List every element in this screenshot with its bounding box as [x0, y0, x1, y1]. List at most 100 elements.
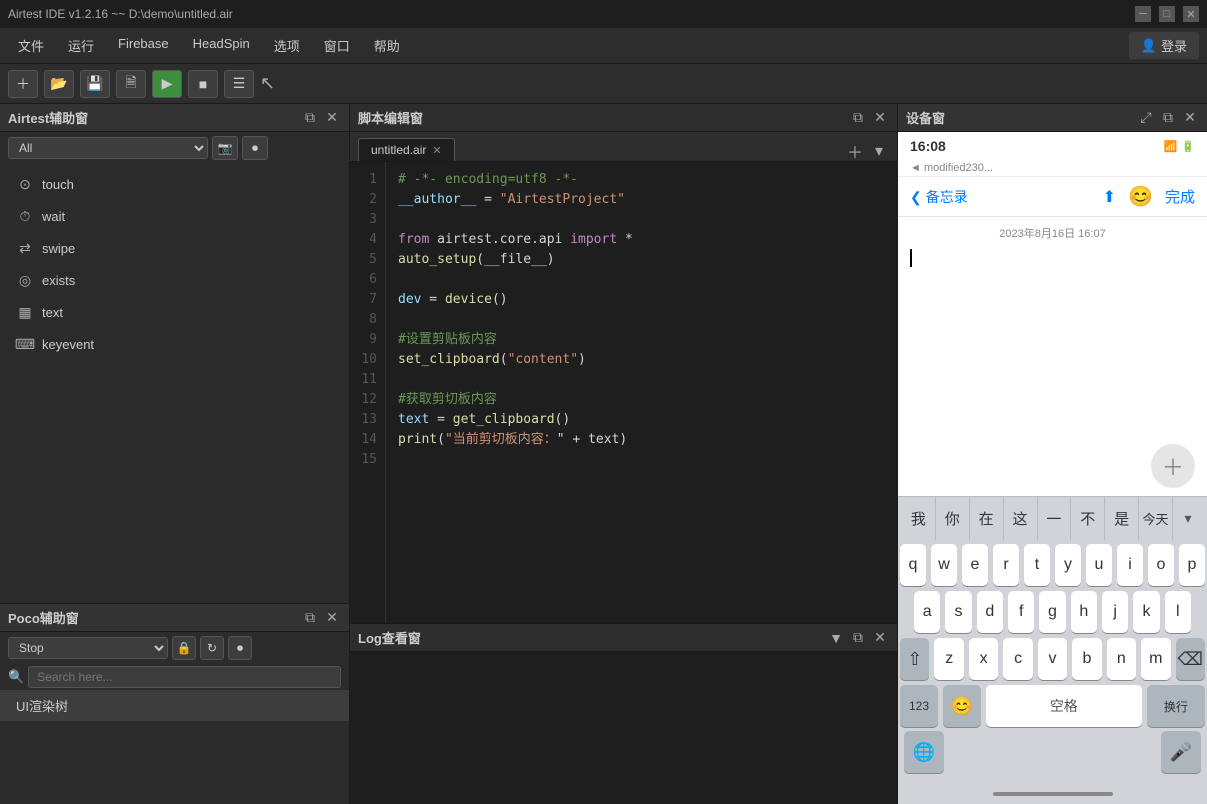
menu-run[interactable]: 运行: [58, 32, 104, 59]
kb-t[interactable]: t: [1024, 544, 1050, 586]
close-button[interactable]: ✕: [1183, 6, 1199, 22]
kb-o[interactable]: o: [1148, 544, 1174, 586]
word-我[interactable]: 我: [902, 497, 936, 540]
kb-k[interactable]: k: [1133, 591, 1159, 633]
airtest-item-wait[interactable]: ⏱ wait: [0, 200, 349, 232]
kb-a[interactable]: a: [914, 591, 940, 633]
phone-fab-button[interactable]: ＋: [1151, 444, 1195, 488]
save-as-button[interactable]: 🗎: [116, 70, 146, 98]
kb-g[interactable]: g: [1039, 591, 1065, 633]
kb-c[interactable]: c: [1003, 638, 1032, 680]
kb-emoji[interactable]: 😊: [943, 685, 981, 727]
editor-close-button[interactable]: ✕: [871, 109, 889, 127]
device-close-button[interactable]: ✕: [1181, 109, 1199, 127]
menu-firebase[interactable]: Firebase: [108, 32, 179, 59]
new-button[interactable]: ＋: [8, 70, 38, 98]
poco-refresh-btn[interactable]: ↻: [200, 636, 224, 660]
airtest-close-button[interactable]: ✕: [323, 109, 341, 127]
airtest-item-touch[interactable]: ⊙ touch: [0, 168, 349, 200]
kb-n[interactable]: n: [1107, 638, 1136, 680]
tab-menu-button[interactable]: ▾: [869, 141, 889, 161]
kb-r[interactable]: r: [993, 544, 1019, 586]
kb-d[interactable]: d: [977, 591, 1003, 633]
log-close-button[interactable]: ✕: [871, 629, 889, 647]
minimize-button[interactable]: ─: [1135, 6, 1151, 22]
menu-options[interactable]: 选项: [264, 32, 310, 59]
poco-capture-btn[interactable]: ⏺: [228, 636, 252, 660]
play-button[interactable]: ▶: [152, 70, 182, 98]
kb-m[interactable]: m: [1141, 638, 1170, 680]
airtest-item-exists[interactable]: ◎ exists: [0, 264, 349, 296]
kb-j[interactable]: j: [1102, 591, 1128, 633]
kb-i[interactable]: i: [1117, 544, 1143, 586]
poco-ui-tree-item[interactable]: UI渲染树: [0, 690, 349, 721]
phone-content[interactable]: 2023年8月16日 16:07: [898, 217, 1207, 436]
word-一[interactable]: 一: [1038, 497, 1072, 540]
device-restore-button[interactable]: ⧉: [1159, 109, 1177, 127]
airtest-item-text[interactable]: ▦ text: [0, 296, 349, 328]
word-在[interactable]: 在: [970, 497, 1004, 540]
airtest-restore-button[interactable]: ⧉: [301, 109, 319, 127]
word-不[interactable]: 不: [1071, 497, 1105, 540]
kb-y[interactable]: y: [1055, 544, 1081, 586]
poco-search-input[interactable]: [28, 666, 341, 688]
airtest-item-keyevent[interactable]: ⌨ keyevent: [0, 328, 349, 360]
log-restore-button[interactable]: ⧉: [849, 629, 867, 647]
phone-done-button[interactable]: 完成: [1165, 186, 1195, 207]
kb-delete[interactable]: ⌫: [1176, 638, 1205, 680]
kb-u[interactable]: u: [1086, 544, 1112, 586]
airtest-filter-select[interactable]: All: [8, 137, 208, 159]
kb-l[interactable]: l: [1165, 591, 1191, 633]
code-content[interactable]: # -*- encoding=utf8 -*- __author__ = "Ai…: [386, 162, 897, 623]
kb-shift[interactable]: ⇧: [900, 638, 929, 680]
open-button[interactable]: 📂: [44, 70, 74, 98]
kb-b[interactable]: b: [1072, 638, 1101, 680]
menu-window[interactable]: 窗口: [314, 32, 360, 59]
kb-space[interactable]: 空格: [986, 685, 1142, 727]
kb-return[interactable]: 换行: [1147, 685, 1205, 727]
kb-w[interactable]: w: [931, 544, 957, 586]
airtest-item-swipe[interactable]: ⇄ swipe: [0, 232, 349, 264]
phone-share-icon[interactable]: ⬆: [1103, 187, 1116, 207]
kb-h[interactable]: h: [1071, 591, 1097, 633]
kb-q[interactable]: q: [900, 544, 926, 586]
menu-help[interactable]: 帮助: [364, 32, 410, 59]
kb-x[interactable]: x: [969, 638, 998, 680]
stop-button[interactable]: ■: [188, 70, 218, 98]
word-是[interactable]: 是: [1105, 497, 1139, 540]
kb-e[interactable]: e: [962, 544, 988, 586]
save-button[interactable]: 💾: [80, 70, 110, 98]
phone-more-icon[interactable]: 😊: [1128, 184, 1153, 209]
word-row-arrow[interactable]: ▾: [1173, 510, 1203, 527]
kb-p[interactable]: p: [1179, 544, 1205, 586]
maximize-button[interactable]: □: [1159, 6, 1175, 22]
poco-mode-select[interactable]: Stop: [8, 637, 168, 659]
device-expand-btn[interactable]: ⤢: [1137, 109, 1155, 127]
log-filter-btn[interactable]: ▼: [827, 629, 845, 647]
record-button[interactable]: ☰: [224, 70, 254, 98]
word-今天[interactable]: 今天: [1139, 497, 1173, 540]
tab-add-button[interactable]: ＋: [845, 141, 865, 161]
app-title: Airtest IDE v1.2.16 ~~ D:\demo\untitled.…: [8, 7, 233, 21]
airtest-record-btn[interactable]: ⏺: [242, 136, 268, 160]
word-这[interactable]: 这: [1004, 497, 1038, 540]
kb-globe[interactable]: 🌐: [904, 731, 944, 773]
editor-restore-button[interactable]: ⧉: [849, 109, 867, 127]
tab-close-button[interactable]: ✕: [432, 144, 441, 157]
poco-restore-button[interactable]: ⧉: [301, 609, 319, 627]
kb-s[interactable]: s: [945, 591, 971, 633]
kb-z[interactable]: z: [934, 638, 963, 680]
kb-v[interactable]: v: [1038, 638, 1067, 680]
kb-numbers[interactable]: 123: [900, 685, 938, 727]
menu-headspin[interactable]: HeadSpin: [183, 32, 260, 59]
tab-untitled[interactable]: untitled.air ✕: [358, 138, 455, 161]
login-button[interactable]: 👤 登录: [1129, 32, 1199, 59]
kb-mic[interactable]: 🎤: [1161, 731, 1201, 773]
airtest-screenshot-btn[interactable]: 📷: [212, 136, 238, 160]
menu-file[interactable]: 文件: [8, 32, 54, 59]
kb-f[interactable]: f: [1008, 591, 1034, 633]
phone-nav-back[interactable]: ❮ 备忘录: [910, 187, 968, 207]
poco-close-button[interactable]: ✕: [323, 609, 341, 627]
poco-lock-btn[interactable]: 🔒: [172, 636, 196, 660]
word-你[interactable]: 你: [936, 497, 970, 540]
